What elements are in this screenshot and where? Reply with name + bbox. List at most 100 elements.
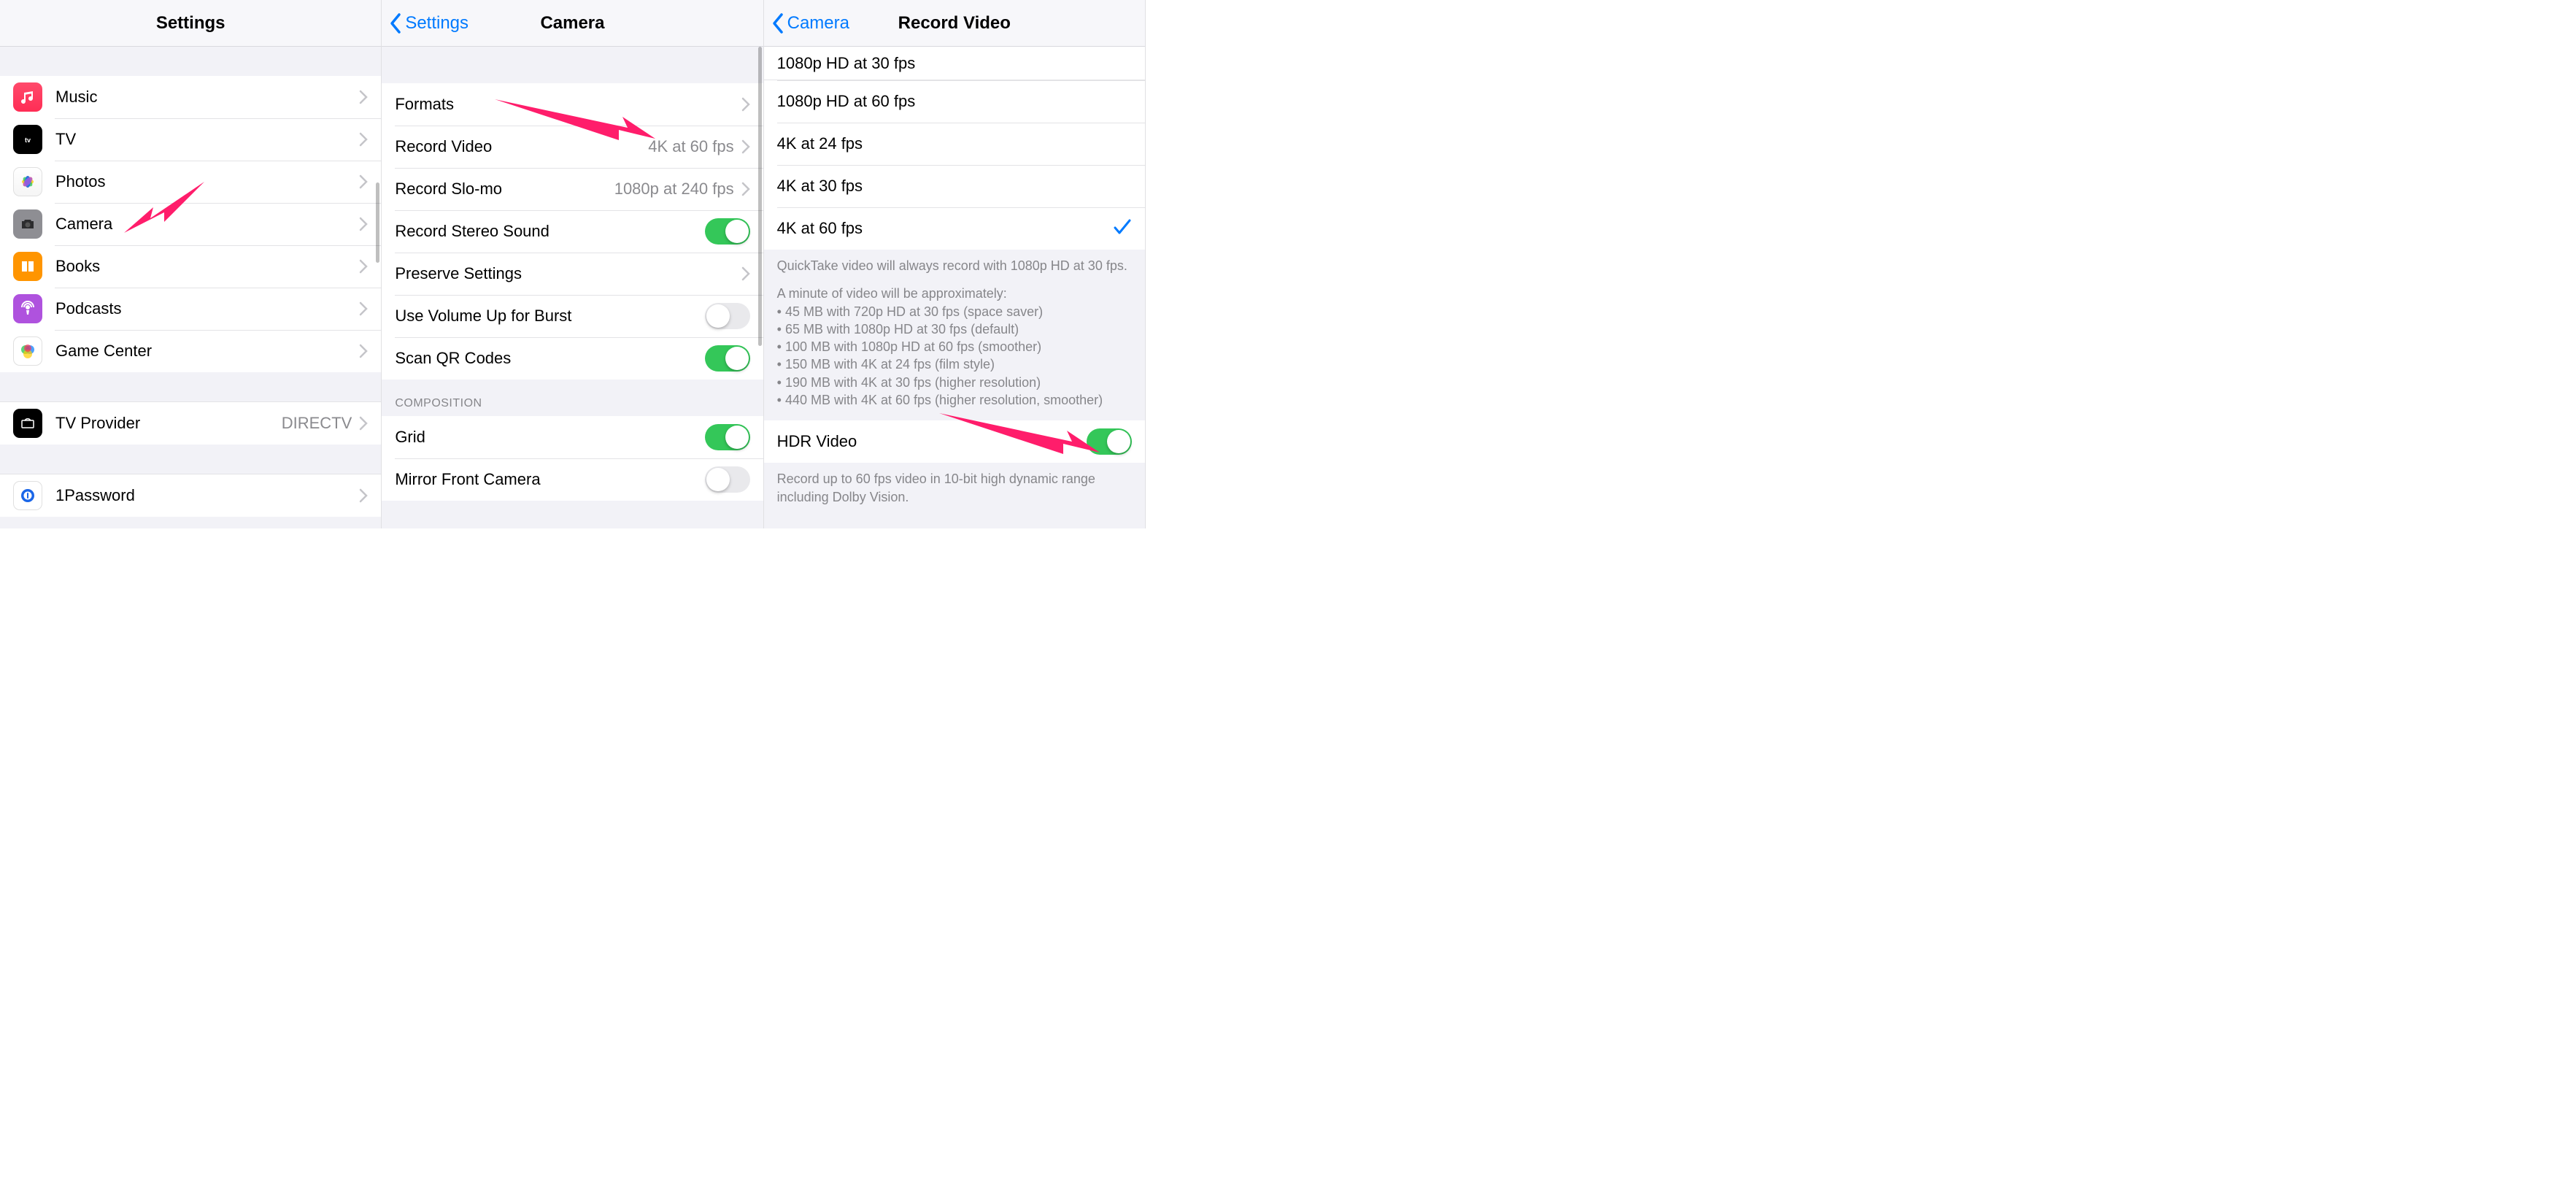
record-video-options-group: 1080p HD at 30 fps 1080p HD at 60 fps 4K… bbox=[764, 47, 1145, 250]
row-preserve-settings[interactable]: Preserve Settings bbox=[382, 253, 763, 295]
settings-group-apple-apps: Music tv TV Photos bbox=[0, 76, 381, 372]
back-to-settings-button[interactable]: Settings bbox=[389, 0, 468, 46]
stereo-sound-toggle[interactable] bbox=[705, 218, 750, 245]
row-tv-provider[interactable]: TV Provider DIRECTV bbox=[0, 402, 381, 445]
row-label: Camera bbox=[55, 215, 112, 234]
chevron-right-icon bbox=[359, 344, 368, 358]
hdr-video-toggle[interactable] bbox=[1087, 428, 1132, 455]
row-formats[interactable]: Formats bbox=[382, 83, 763, 126]
game-center-icon bbox=[13, 336, 42, 366]
row-label: TV Provider bbox=[55, 414, 140, 433]
qr-codes-toggle[interactable] bbox=[705, 345, 750, 372]
row-label: Scan QR Codes bbox=[395, 349, 511, 368]
back-label: Settings bbox=[405, 13, 468, 34]
row-label: Books bbox=[55, 257, 100, 276]
row-grid[interactable]: Grid bbox=[382, 416, 763, 458]
volume-burst-toggle[interactable] bbox=[705, 303, 750, 329]
grid-toggle[interactable] bbox=[705, 424, 750, 450]
row-label: Record Slo-mo bbox=[395, 180, 502, 199]
chevron-right-icon bbox=[359, 217, 368, 231]
row-qr-codes[interactable]: Scan QR Codes bbox=[382, 337, 763, 380]
scrollbar[interactable] bbox=[758, 47, 762, 346]
page-title-camera: Camera bbox=[540, 13, 604, 34]
row-label: Photos bbox=[55, 172, 106, 191]
row-label: TV bbox=[55, 130, 76, 149]
row-value: DIRECTV bbox=[282, 414, 352, 433]
row-label: Use Volume Up for Burst bbox=[395, 307, 571, 326]
tv-icon: tv bbox=[13, 125, 42, 154]
row-hdr-video[interactable]: HDR Video bbox=[764, 420, 1145, 463]
music-icon bbox=[13, 82, 42, 112]
podcasts-icon bbox=[13, 294, 42, 323]
option-1080p-60[interactable]: 1080p HD at 60 fps bbox=[764, 80, 1145, 123]
row-label: Record Stereo Sound bbox=[395, 222, 549, 241]
chevron-right-icon bbox=[741, 266, 750, 281]
row-label: Grid bbox=[395, 428, 425, 447]
row-label: 4K at 60 fps bbox=[777, 219, 863, 238]
settings-group-thirdparty: 1Password bbox=[0, 474, 381, 517]
row-value: 4K at 60 fps bbox=[648, 137, 733, 156]
back-to-camera-button[interactable]: Camera bbox=[771, 0, 849, 46]
option-1080p-30[interactable]: 1080p HD at 30 fps bbox=[764, 47, 1145, 80]
tv-provider-icon bbox=[13, 409, 42, 438]
row-label: Podcasts bbox=[55, 299, 122, 318]
row-stereo-sound[interactable]: Record Stereo Sound bbox=[382, 210, 763, 253]
row-record-slomo[interactable]: Record Slo-mo 1080p at 240 fps bbox=[382, 168, 763, 210]
chevron-right-icon bbox=[359, 174, 368, 189]
row-music[interactable]: Music bbox=[0, 76, 381, 118]
row-record-video[interactable]: Record Video 4K at 60 fps bbox=[382, 126, 763, 168]
pane-camera: Settings Camera Formats Record Video 4K … bbox=[382, 0, 763, 528]
row-1password[interactable]: 1Password bbox=[0, 474, 381, 517]
row-label: Record Video bbox=[395, 137, 492, 156]
camera-group-composition: Grid Mirror Front Camera bbox=[382, 416, 763, 501]
row-label: Music bbox=[55, 88, 97, 107]
option-4k-60[interactable]: 4K at 60 fps bbox=[764, 207, 1145, 250]
chevron-right-icon bbox=[741, 97, 750, 112]
mirror-front-toggle[interactable] bbox=[705, 466, 750, 493]
row-label: 1Password bbox=[55, 486, 135, 505]
scrollbar[interactable] bbox=[376, 182, 379, 263]
chevron-right-icon bbox=[359, 90, 368, 104]
camera-header: Settings Camera bbox=[382, 0, 763, 47]
chevron-right-icon bbox=[741, 182, 750, 196]
row-label: 4K at 24 fps bbox=[777, 134, 863, 153]
row-game-center[interactable]: Game Center bbox=[0, 330, 381, 372]
row-label: Mirror Front Camera bbox=[395, 470, 540, 489]
row-camera[interactable]: Camera bbox=[0, 203, 381, 245]
chevron-right-icon bbox=[359, 132, 368, 147]
row-podcasts[interactable]: Podcasts bbox=[0, 288, 381, 330]
settings-header: Settings bbox=[0, 0, 381, 47]
settings-group-provider: TV Provider DIRECTV bbox=[0, 402, 381, 445]
row-label: Game Center bbox=[55, 342, 152, 361]
page-title-settings: Settings bbox=[156, 13, 225, 34]
row-value: 1080p at 240 fps bbox=[614, 180, 734, 199]
row-label: 1080p HD at 60 fps bbox=[777, 92, 916, 111]
option-4k-30[interactable]: 4K at 30 fps bbox=[764, 165, 1145, 207]
onepassword-icon bbox=[13, 481, 42, 510]
row-photos[interactable]: Photos bbox=[0, 161, 381, 203]
chevron-right-icon bbox=[359, 259, 368, 274]
row-label: 4K at 30 fps bbox=[777, 177, 863, 196]
row-mirror-front[interactable]: Mirror Front Camera bbox=[382, 458, 763, 501]
row-label: 1080p HD at 30 fps bbox=[777, 54, 916, 73]
camera-group-main: Formats Record Video 4K at 60 fps Record… bbox=[382, 83, 763, 380]
record-video-header: Camera Record Video bbox=[764, 0, 1145, 47]
chevron-right-icon bbox=[359, 488, 368, 503]
page-title-record-video: Record Video bbox=[898, 13, 1011, 34]
chevron-right-icon bbox=[359, 301, 368, 316]
row-books[interactable]: Books bbox=[0, 245, 381, 288]
photos-icon bbox=[13, 167, 42, 196]
row-label: Formats bbox=[395, 95, 454, 114]
back-label: Camera bbox=[787, 13, 849, 34]
option-4k-24[interactable]: 4K at 24 fps bbox=[764, 123, 1145, 165]
hdr-video-group: HDR Video bbox=[764, 420, 1145, 463]
pane-record-video: Camera Record Video 1080p HD at 30 fps 1… bbox=[764, 0, 1146, 528]
books-icon bbox=[13, 252, 42, 281]
hdr-video-footer: Record up to 60 fps video in 10-bit high… bbox=[764, 463, 1145, 517]
row-volume-burst[interactable]: Use Volume Up for Burst bbox=[382, 295, 763, 337]
checkmark-icon bbox=[1113, 218, 1132, 240]
row-tv[interactable]: tv TV bbox=[0, 118, 381, 161]
row-label: HDR Video bbox=[777, 432, 857, 451]
svg-text:tv: tv bbox=[25, 136, 31, 144]
record-video-footer-info: QuickTake video will always record with … bbox=[764, 250, 1145, 420]
